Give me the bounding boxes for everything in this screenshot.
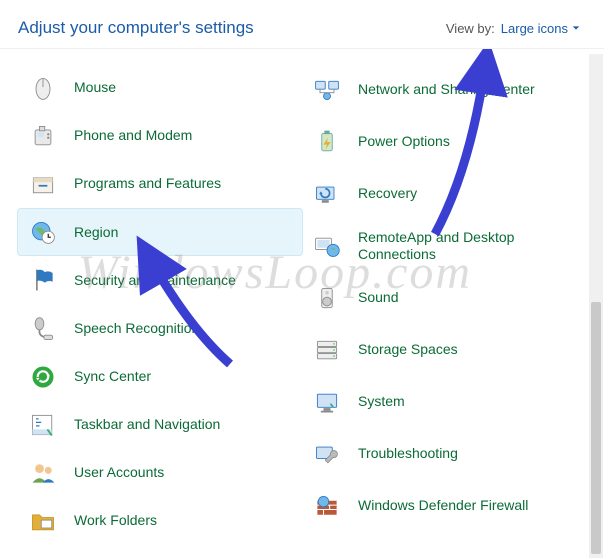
flag-icon (26, 263, 60, 297)
firewall-icon (310, 489, 344, 523)
speaker-icon (310, 281, 344, 315)
cpl-item-user-accounts[interactable]: User Accounts (18, 450, 302, 496)
cpl-item-label: System (358, 393, 405, 411)
cpl-item-windows-defender-firewall[interactable]: Windows Defender Firewall (302, 481, 586, 531)
cpl-item-label: Sound (358, 289, 398, 307)
cpl-item-phone-and-modem[interactable]: Phone and Modem (18, 113, 302, 159)
mouse-icon (26, 71, 60, 105)
cpl-item-label: RemoteApp and Desktop Connections (358, 229, 578, 264)
cpl-item-label: Troubleshooting (358, 445, 458, 463)
cpl-item-security-and-maintenance[interactable]: Security and Maintenance (18, 257, 302, 303)
recovery-icon (310, 177, 344, 211)
chevron-down-icon (572, 24, 580, 32)
system-icon (310, 385, 344, 419)
globe-clock-icon (26, 215, 60, 249)
page-title: Adjust your computer's settings (18, 18, 254, 38)
cpl-item-region[interactable]: Region (18, 209, 302, 255)
cpl-item-label: Windows Defender Firewall (358, 497, 528, 515)
cpl-item-programs-and-features[interactable]: Programs and Features (18, 161, 302, 207)
cpl-item-speech-recognition[interactable]: Speech Recognition (18, 305, 302, 351)
wrench-icon (310, 437, 344, 471)
cpl-item-label: Storage Spaces (358, 341, 458, 359)
viewby-label: View by: (446, 21, 495, 36)
cpl-item-label: Programs and Features (74, 175, 221, 193)
cpl-item-label: Work Folders (74, 512, 157, 530)
folder-icon (26, 504, 60, 538)
cpl-item-label: Taskbar and Navigation (74, 416, 220, 434)
scrollbar[interactable] (589, 54, 603, 558)
cpl-item-label: User Accounts (74, 464, 164, 482)
cpl-item-label: Speech Recognition (74, 320, 199, 338)
users-icon (26, 456, 60, 490)
viewby-value: Large icons (501, 21, 568, 36)
cpl-item-label: Sync Center (74, 368, 151, 386)
viewby-dropdown[interactable]: Large icons (501, 21, 580, 36)
cpl-item-label: Security and Maintenance (74, 272, 236, 290)
cpl-item-sound[interactable]: Sound (302, 273, 586, 323)
cpl-item-label: Phone and Modem (74, 127, 192, 145)
network-icon (310, 73, 344, 107)
cpl-item-recovery[interactable]: Recovery (302, 169, 586, 219)
box-icon (26, 167, 60, 201)
mic-icon (26, 312, 60, 346)
scrollbar-thumb[interactable] (591, 302, 601, 554)
cpl-item-work-folders[interactable]: Work Folders (18, 498, 302, 544)
cpl-item-mouse[interactable]: Mouse (18, 65, 302, 111)
sync-icon (26, 360, 60, 394)
drives-icon (310, 333, 344, 367)
cpl-item-taskbar-and-navigation[interactable]: Taskbar and Navigation (18, 402, 302, 448)
battery-icon (310, 125, 344, 159)
cpl-item-network-and-sharing-center[interactable]: Network and Sharing Center (302, 65, 586, 115)
cpl-item-label: Mouse (74, 79, 116, 97)
cpl-item-power-options[interactable]: Power Options (302, 117, 586, 167)
cpl-item-label: Recovery (358, 185, 417, 203)
cpl-item-label: Power Options (358, 133, 450, 151)
cpl-item-system[interactable]: System (302, 377, 586, 427)
cpl-item-label: Network and Sharing Center (358, 81, 535, 99)
taskbar-icon (26, 408, 60, 442)
cpl-item-storage-spaces[interactable]: Storage Spaces (302, 325, 586, 375)
cpl-item-sync-center[interactable]: Sync Center (18, 354, 302, 400)
remote-icon (310, 229, 344, 263)
phone-icon (26, 119, 60, 153)
cpl-item-troubleshooting[interactable]: Troubleshooting (302, 429, 586, 479)
cpl-item-remoteapp-and-desktop-connections[interactable]: RemoteApp and Desktop Connections (302, 221, 586, 271)
cpl-item-label: Region (74, 224, 118, 242)
